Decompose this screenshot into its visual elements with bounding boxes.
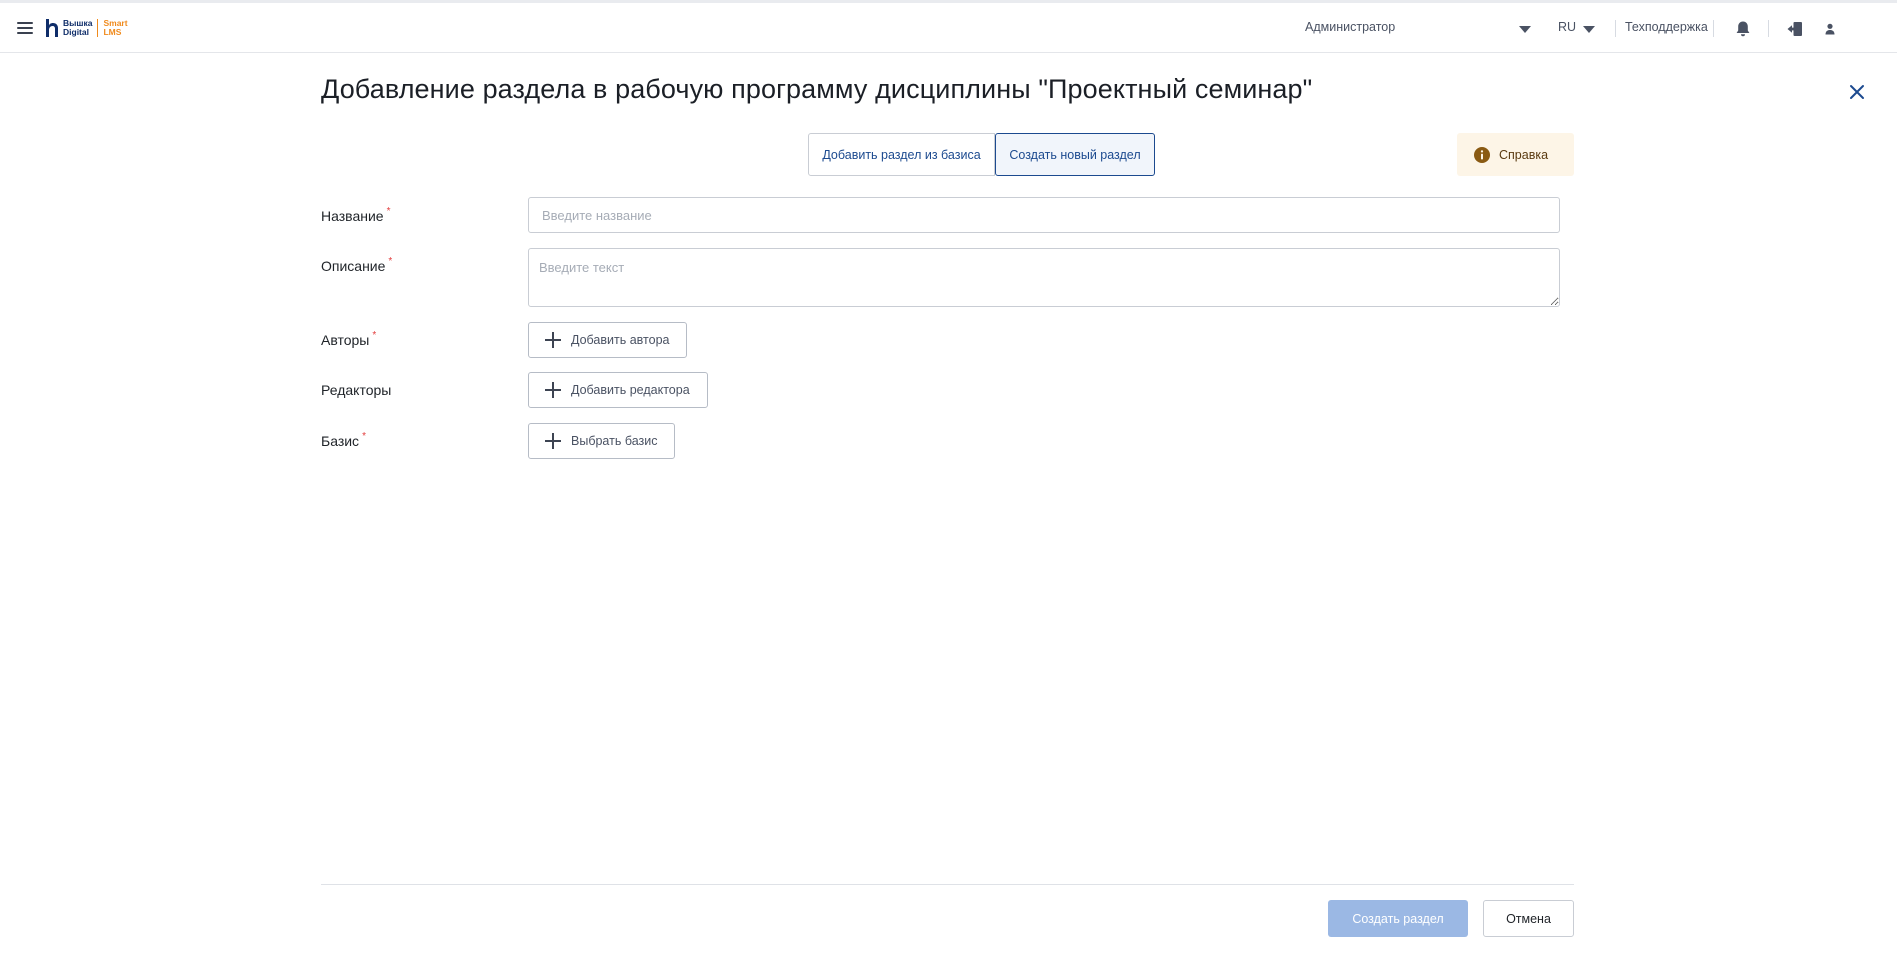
logout-icon[interactable] <box>1785 19 1805 39</box>
plus-icon <box>545 332 561 348</box>
role-chevron-down-icon[interactable] <box>1519 26 1531 33</box>
logo-brand: Smart LMS <box>103 18 128 37</box>
app-header: Вышка Digital Smart LMS Администратор RU… <box>0 3 1897 53</box>
add-editor-button-label: Добавить редактора <box>571 383 690 397</box>
description-textarea[interactable] <box>528 248 1560 307</box>
hse-logo-icon <box>46 19 58 37</box>
help-button-label: Справка <box>1499 147 1549 162</box>
close-icon[interactable] <box>1847 82 1867 102</box>
tab-add-from-basis[interactable]: Добавить раздел из базиса <box>808 133 995 176</box>
required-marker: * <box>388 256 393 267</box>
select-basis-button-label: Выбрать базис <box>571 434 658 448</box>
add-editor-button[interactable]: Добавить редактора <box>528 372 708 408</box>
header-divider <box>1615 20 1616 37</box>
name-field-label: Название * <box>321 206 391 224</box>
bell-icon[interactable] <box>1733 19 1753 39</box>
language-selector-label[interactable]: RU <box>1558 20 1576 34</box>
footer-divider <box>321 884 1574 885</box>
add-author-button-label: Добавить автора <box>571 333 670 347</box>
required-marker: * <box>362 431 366 442</box>
user-icon[interactable] <box>1820 19 1840 39</box>
tab-create-new-section[interactable]: Создать новый раздел <box>995 133 1155 176</box>
basis-field-label: Базис * <box>321 431 366 449</box>
required-marker: * <box>372 330 377 341</box>
logo-divider <box>97 19 99 37</box>
header-divider <box>1713 20 1714 37</box>
required-marker: * <box>386 206 391 217</box>
editors-field-label: Редакторы <box>321 382 392 398</box>
info-icon <box>1474 146 1490 163</box>
language-chevron-down-icon[interactable] <box>1583 26 1595 33</box>
create-section-button[interactable]: Создать раздел <box>1328 900 1468 937</box>
authors-field-label: Авторы * <box>321 330 377 348</box>
name-input[interactable] <box>528 197 1560 233</box>
plus-icon <box>545 382 561 398</box>
support-link[interactable]: Техподдержка <box>1625 20 1708 34</box>
cancel-button[interactable]: Отмена <box>1483 900 1574 937</box>
plus-icon <box>545 433 561 449</box>
menu-icon[interactable] <box>14 17 36 39</box>
description-field-label: Описание * <box>321 256 393 274</box>
logo-text: Вышка Digital <box>63 18 93 37</box>
app-logo[interactable]: Вышка Digital Smart LMS <box>45 15 128 41</box>
add-author-button[interactable]: Добавить автора <box>528 322 688 358</box>
page-title: Добавление раздела в рабочую программу д… <box>321 74 1313 104</box>
role-selector-label[interactable]: Администратор <box>1305 20 1395 34</box>
select-basis-button[interactable]: Выбрать базис <box>528 423 676 459</box>
help-button[interactable]: Справка <box>1457 133 1574 176</box>
header-divider <box>1768 20 1769 37</box>
section-source-tabs: Добавить раздел из базиса Создать новый … <box>808 133 1155 176</box>
